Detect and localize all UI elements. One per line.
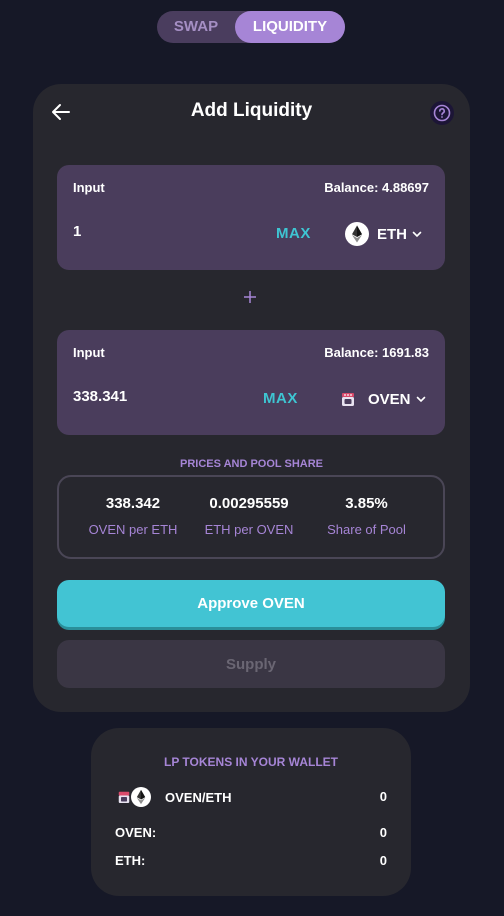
plus-icon [244, 291, 256, 303]
pool-share-label: Share of Pool [327, 522, 406, 537]
swap-tab[interactable]: SWAP [157, 11, 235, 43]
balance-text: Balance: 1691.83 [324, 345, 429, 360]
eth-icon [345, 222, 369, 246]
lp-pair-row: OVEN/ETH 0 [115, 787, 387, 809]
page-title: Add Liquidity [190, 100, 313, 121]
pool-share-value: 3.85% [345, 495, 388, 512]
input-label: Input [73, 180, 105, 195]
eth-value: 0 [379, 853, 387, 868]
token-symbol: OVEN [368, 390, 411, 408]
amount-input[interactable]: 338.341 [73, 388, 223, 405]
eth-icon [131, 787, 151, 807]
input-panel-oven: Input Balance: 1691.83 338.341 MAX OVEN [57, 330, 445, 435]
oven-label: OVEN: [115, 825, 157, 840]
lp-oven-row: OVEN: 0 [115, 825, 387, 845]
swap-liquidity-toggle: SWAP LIQUIDITY [157, 11, 345, 43]
oven-value: 0 [379, 825, 387, 840]
lp-tokens-title: LP TOKENS IN YOUR WALLET [163, 755, 339, 769]
token-select-oven[interactable]: OVEN [336, 386, 426, 412]
balance-text: Balance: 4.88697 [324, 180, 429, 195]
pool-share-stat: 3.85% Share of Pool [309, 495, 424, 537]
liquidity-tab[interactable]: LIQUIDITY [235, 11, 345, 43]
add-liquidity-card: Add Liquidity Input Balance: 4.88697 1 M… [33, 84, 470, 712]
lp-eth-row: ETH: 0 [115, 853, 387, 873]
price-stat: 338.342 OVEN per ETH [73, 495, 193, 537]
oven-token-icon [342, 393, 354, 406]
input-label: Input [73, 345, 105, 360]
chevron-down-icon [412, 231, 422, 238]
amount-input[interactable]: 1 [73, 223, 223, 240]
eth-label: ETH: [115, 853, 146, 868]
approve-oven-button[interactable]: Approve OVEN [57, 580, 445, 627]
price-stat: 0.00295559 ETH per OVEN [189, 495, 309, 537]
price-value: 0.00295559 [209, 495, 289, 512]
prices-pool-share-title: PRICES AND POOL SHARE [179, 458, 324, 470]
token-select-eth[interactable]: ETH [345, 221, 422, 247]
question-circle-icon[interactable] [430, 101, 454, 125]
chevron-down-icon [416, 396, 425, 403]
token-symbol: ETH [377, 225, 407, 243]
lp-pair-name: OVEN/ETH [165, 789, 232, 805]
max-button[interactable]: MAX [263, 390, 298, 407]
supply-button: Supply [57, 640, 445, 688]
max-button[interactable]: MAX [276, 225, 311, 242]
price-label: OVEN per ETH [88, 522, 178, 537]
price-label: ETH per OVEN [204, 522, 294, 537]
lp-tokens-card: LP TOKENS IN YOUR WALLET OVEN/ETH 0 OVEN… [91, 728, 411, 896]
input-panel-eth: Input Balance: 4.88697 1 MAX ETH [57, 165, 445, 270]
lp-pair-value: 0 [379, 789, 387, 804]
prices-pool-share-box: 338.342 OVEN per ETH 0.00295559 ETH per … [57, 475, 445, 559]
price-value: 338.342 [105, 495, 161, 512]
lp-pair: OVEN/ETH [115, 787, 231, 807]
